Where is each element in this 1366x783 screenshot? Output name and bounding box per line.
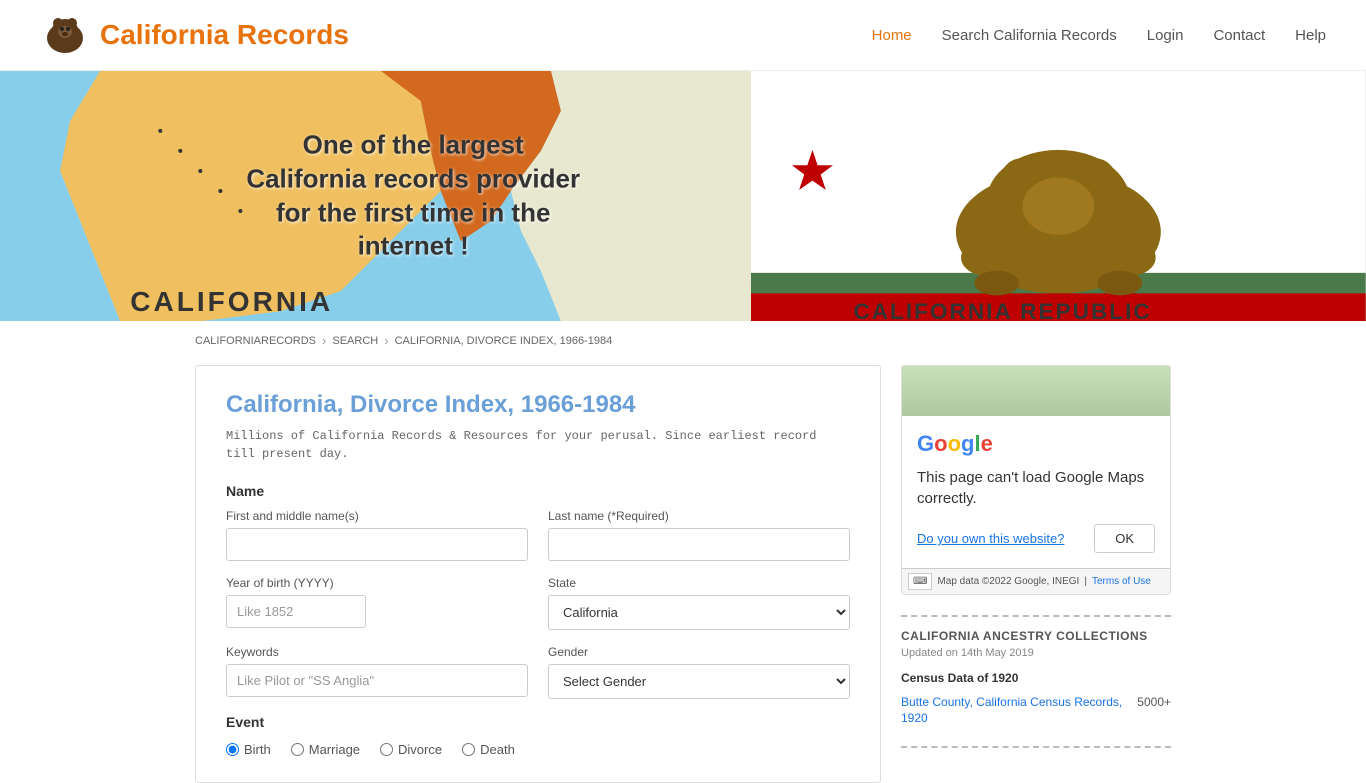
maps-error-content: Google This page can't load Google Maps … [902, 416, 1170, 568]
nav-search[interactable]: Search California Records [942, 27, 1117, 44]
radio-birth-input[interactable] [226, 743, 239, 756]
state-col: State California Alabama Alaska Arizona … [548, 576, 850, 630]
ancestry-title: CALIFORNIA ANCESTRY COLLECTIONS [901, 629, 1171, 643]
name-group-label: Name [226, 483, 850, 499]
radio-birth-label: Birth [244, 742, 271, 757]
maps-error-text: This page can't load Google Maps correct… [917, 467, 1155, 509]
logo-text: California Records [100, 19, 349, 51]
first-name-label: First and middle name(s) [226, 509, 528, 523]
breadcrumb-sep-1: › [322, 333, 326, 348]
flag-svg: CALIFORNIA REPUBLIC [751, 71, 1366, 321]
form-title: California, Divorce Index, 1966-1984 [226, 391, 850, 419]
maps-data-text: Map data ©2022 Google, INEGI [937, 576, 1079, 587]
bear-logo-icon [40, 10, 90, 60]
gender-select[interactable]: Select Gender Male Female [548, 664, 850, 699]
ancestry-item: Butte County, California Census Records,… [901, 695, 1171, 726]
first-name-input[interactable] [226, 528, 528, 561]
hero-banner: CALIFORNIA One of the largest California… [0, 71, 1366, 321]
keywords-col: Keywords [226, 645, 528, 699]
ancestry-item-link[interactable]: Butte County, California Census Records,… [901, 695, 1127, 726]
last-name-input[interactable] [548, 528, 850, 561]
radio-divorce[interactable]: Divorce [380, 742, 442, 757]
header: California Records Home Search Californi… [0, 0, 1366, 71]
radio-death[interactable]: Death [462, 742, 515, 757]
radio-divorce-label: Divorce [398, 742, 442, 757]
first-name-col: First and middle name(s) [226, 509, 528, 561]
maps-error-box: Google This page can't load Google Maps … [901, 365, 1171, 595]
year-col: Year of birth (YYYY) [226, 576, 528, 630]
state-select[interactable]: California Alabama Alaska Arizona Arkans… [548, 595, 850, 630]
maps-own-link[interactable]: Do you own this website? [917, 531, 1064, 546]
breadcrumb-search[interactable]: SEARCH [332, 335, 378, 347]
svg-text:CALIFORNIA: CALIFORNIA [130, 286, 333, 317]
breadcrumb: CALIFORNIARECORDS › SEARCH › CALIFORNIA,… [0, 321, 1366, 360]
year-label: Year of birth (YYYY) [226, 576, 528, 590]
keywords-input[interactable] [226, 664, 528, 697]
keywords-gender-row: Keywords Gender Select Gender Male Femal… [226, 645, 850, 699]
last-name-label: Last name (*Required) [548, 509, 850, 523]
svg-text:CALIFORNIA REPUBLIC: CALIFORNIA REPUBLIC [854, 299, 1152, 321]
radio-marriage-label: Marriage [309, 742, 360, 757]
logo-area: California Records [40, 10, 349, 60]
form-subtitle: Millions of California Records & Resourc… [226, 427, 850, 463]
gender-label: Gender [548, 645, 850, 659]
maps-ok-button[interactable]: OK [1094, 524, 1155, 553]
breadcrumb-sep-2: › [384, 333, 388, 348]
nav-home[interactable]: Home [872, 27, 912, 44]
breadcrumb-home[interactable]: CALIFORNIARECORDS [195, 335, 316, 347]
breadcrumb-current: CALIFORNIA, DIVORCE INDEX, 1966-1984 [395, 335, 613, 347]
radio-marriage-input[interactable] [291, 743, 304, 756]
year-input[interactable] [226, 595, 366, 628]
radio-birth[interactable]: Birth [226, 742, 271, 757]
main-nav: Home Search California Records Login Con… [872, 27, 1326, 44]
event-radio-row: Birth Marriage Divorce Death [226, 742, 850, 757]
nav-help[interactable]: Help [1295, 27, 1326, 44]
nav-contact[interactable]: Contact [1213, 27, 1265, 44]
hero-flag: CALIFORNIA REPUBLIC [751, 71, 1366, 321]
state-label: State [548, 576, 850, 590]
maps-error-actions: Do you own this website? OK [917, 524, 1155, 553]
year-state-row: Year of birth (YYYY) State California Al… [226, 576, 850, 630]
gender-col: Gender Select Gender Male Female [548, 645, 850, 699]
map-preview [902, 366, 1170, 416]
radio-divorce-input[interactable] [380, 743, 393, 756]
google-logo: Google [917, 431, 1155, 457]
hero-overlay: One of the largest California records pr… [244, 128, 582, 263]
last-name-col: Last name (*Required) [548, 509, 850, 561]
sidebar: Google This page can't load Google Maps … [901, 365, 1171, 783]
hero-map: CALIFORNIA One of the largest California… [0, 71, 751, 321]
nav-login[interactable]: Login [1147, 27, 1184, 44]
name-row: First and middle name(s) Last name (*Req… [226, 509, 850, 561]
keywords-label: Keywords [226, 645, 528, 659]
form-section: California, Divorce Index, 1966-1984 Mil… [195, 365, 881, 783]
radio-death-input[interactable] [462, 743, 475, 756]
main-layout: California, Divorce Index, 1966-1984 Mil… [0, 360, 1366, 783]
event-section-label: Event [226, 714, 850, 730]
keyboard-icon: ⌨ [908, 573, 932, 590]
census-header: Census Data of 1920 [901, 671, 1171, 685]
radio-death-label: Death [480, 742, 515, 757]
ancestry-section: CALIFORNIA ANCESTRY COLLECTIONS Updated … [901, 615, 1171, 748]
maps-footer: ⌨ Map data ©2022 Google, INEGI | Terms o… [902, 568, 1170, 594]
radio-marriage[interactable]: Marriage [291, 742, 360, 757]
ancestry-updated: Updated on 14th May 2019 [901, 647, 1171, 659]
ancestry-item-count: 5000+ [1137, 695, 1171, 709]
hero-text: One of the largest California records pr… [244, 128, 582, 263]
maps-terms-link[interactable]: Terms of Use [1092, 576, 1151, 587]
